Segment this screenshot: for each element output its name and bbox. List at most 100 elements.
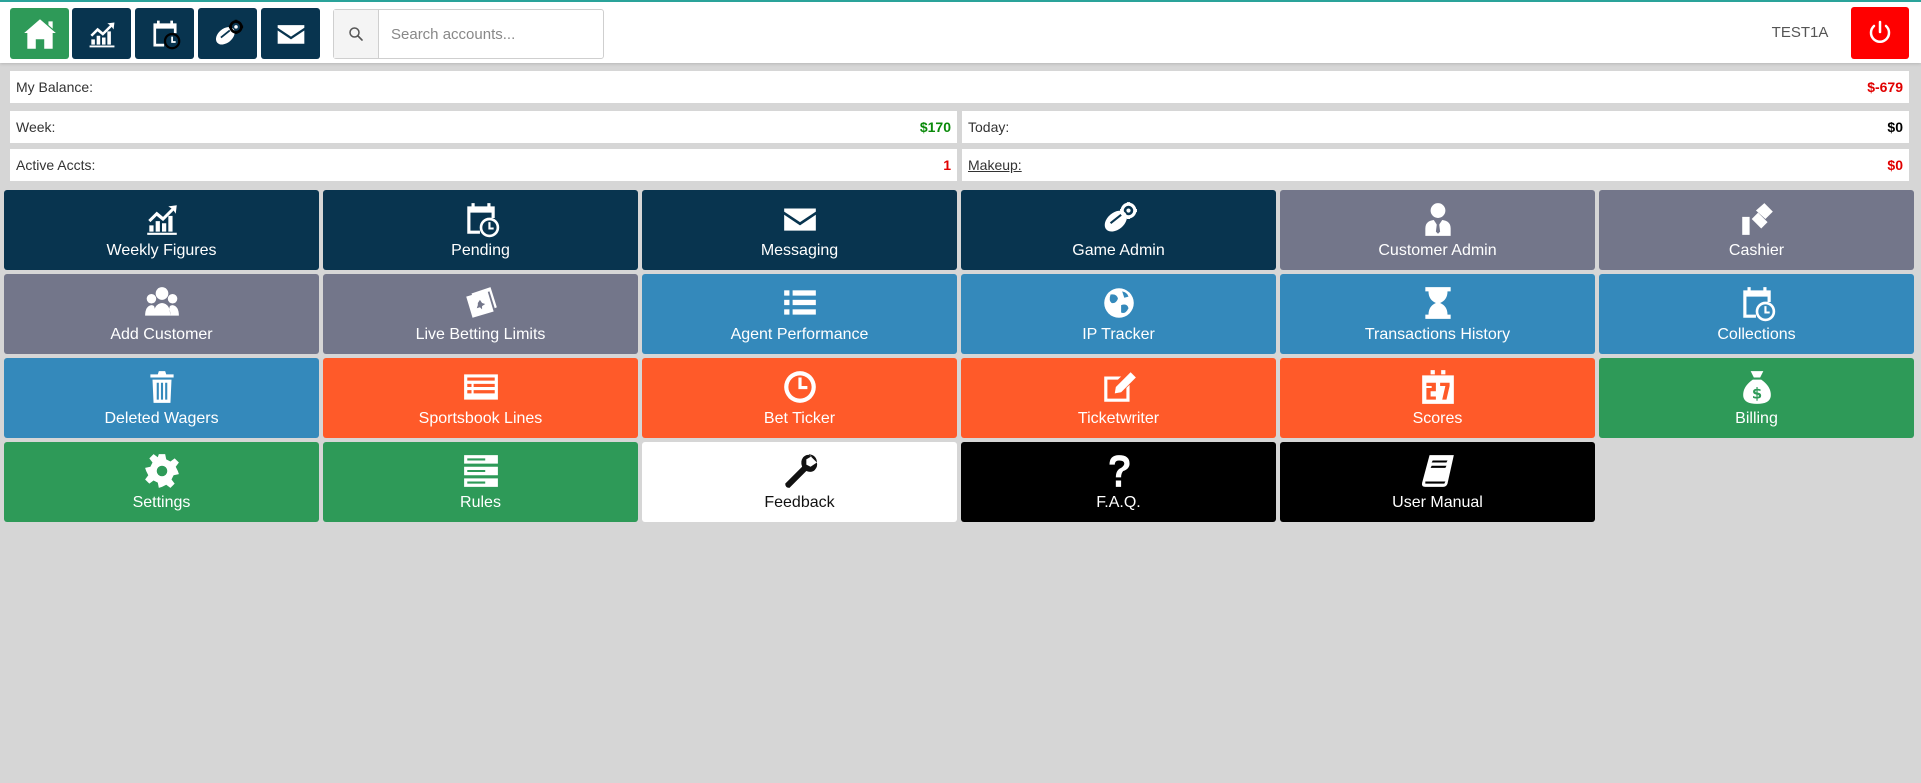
customer-admin-tile[interactable]: Customer Admin bbox=[1280, 190, 1595, 270]
weekly-figures-tile[interactable]: Weekly Figures bbox=[4, 190, 319, 270]
transactions-history-tile[interactable]: Transactions History bbox=[1280, 274, 1595, 354]
pencil-square-icon bbox=[1100, 368, 1138, 410]
messaging-nav-button[interactable] bbox=[261, 8, 320, 59]
tile-label: Billing bbox=[1735, 410, 1778, 427]
active-accounts-value: 1 bbox=[943, 157, 951, 173]
username-label: TEST1A bbox=[1771, 24, 1829, 41]
tile-label: Transactions History bbox=[1364, 326, 1511, 343]
tile-label: Sportsbook Lines bbox=[418, 410, 543, 427]
ip-tracker-tile[interactable]: IP Tracker bbox=[961, 274, 1276, 354]
calendar-clock-icon bbox=[462, 200, 500, 242]
ticketwriter-tile[interactable]: Ticketwriter bbox=[961, 358, 1276, 438]
top-navigation-bar: TEST1A bbox=[0, 0, 1921, 63]
logout-button[interactable] bbox=[1851, 7, 1909, 59]
game-admin-tile[interactable]: Game Admin bbox=[961, 190, 1276, 270]
tile-label: Add Customer bbox=[110, 326, 213, 343]
bet-ticker-tile[interactable]: Bet Ticker bbox=[642, 358, 957, 438]
envelope-icon bbox=[275, 18, 307, 50]
makeup-value: $0 bbox=[1887, 157, 1903, 173]
active-accounts-row: Active Accts: 1 bbox=[10, 149, 957, 181]
game-admin-nav-button[interactable] bbox=[198, 8, 257, 59]
today-value: $0 bbox=[1887, 119, 1903, 135]
tile-label: Messaging bbox=[760, 242, 839, 259]
tile-label: Deleted Wagers bbox=[104, 410, 219, 427]
user-group-icon bbox=[143, 284, 181, 326]
tile-label: Pending bbox=[451, 242, 510, 259]
chart-up-icon bbox=[143, 200, 181, 242]
search-input[interactable] bbox=[379, 10, 603, 58]
calendar-clock-icon bbox=[149, 18, 181, 50]
tile-label: Weekly Figures bbox=[106, 242, 217, 259]
scoreboard-icon bbox=[1419, 368, 1457, 410]
tile-label: Collections bbox=[1717, 326, 1796, 343]
list-icon bbox=[781, 284, 819, 326]
tile-label: Customer Admin bbox=[1378, 242, 1497, 259]
hand-cash-icon bbox=[1738, 200, 1776, 242]
pending-nav-button[interactable] bbox=[135, 8, 194, 59]
collections-tile[interactable]: Collections bbox=[1599, 274, 1914, 354]
search-icon bbox=[348, 26, 364, 42]
tile-label: F.A.Q. bbox=[1096, 494, 1141, 511]
my-balance-label: My Balance: bbox=[16, 79, 94, 95]
tile-label: Live Betting Limits bbox=[415, 326, 546, 343]
envelope-icon bbox=[781, 200, 819, 242]
football-gear-icon bbox=[212, 18, 244, 50]
tile-label: Bet Ticker bbox=[763, 410, 836, 427]
makeup-link[interactable]: Makeup: bbox=[968, 157, 1022, 173]
tile-label: Agent Performance bbox=[730, 326, 869, 343]
tile-label: Game Admin bbox=[1072, 242, 1165, 259]
trash-icon bbox=[143, 368, 181, 410]
deleted-wagers-tile[interactable]: Deleted Wagers bbox=[4, 358, 319, 438]
settings-tile[interactable]: Settings bbox=[4, 442, 319, 522]
question-icon bbox=[1100, 452, 1138, 494]
search-box bbox=[333, 9, 604, 59]
rules-tile[interactable]: Rules bbox=[323, 442, 638, 522]
tile-label: Ticketwriter bbox=[1077, 410, 1160, 427]
server-icon bbox=[462, 452, 500, 494]
tickets-icon bbox=[462, 284, 500, 326]
football-gear-icon bbox=[1100, 200, 1138, 242]
tile-label: IP Tracker bbox=[1082, 326, 1155, 343]
feedback-tile[interactable]: Feedback bbox=[642, 442, 957, 522]
agent-performance-tile[interactable]: Agent Performance bbox=[642, 274, 957, 354]
calendar-clock-icon bbox=[1738, 284, 1776, 326]
week-row: Week: $170 bbox=[10, 111, 957, 143]
search-button[interactable] bbox=[334, 10, 379, 58]
pending-tile[interactable]: Pending bbox=[323, 190, 638, 270]
user-tie-icon bbox=[1419, 200, 1457, 242]
add-customer-tile[interactable]: Add Customer bbox=[4, 274, 319, 354]
book-icon bbox=[1419, 452, 1457, 494]
weekly-figures-nav-button[interactable] bbox=[72, 8, 131, 59]
user-manual-tile[interactable]: User Manual bbox=[1280, 442, 1595, 522]
gear-icon bbox=[143, 452, 181, 494]
chart-up-icon bbox=[86, 18, 118, 50]
tile-label: User Manual bbox=[1392, 494, 1483, 511]
my-balance-value: $-679 bbox=[1867, 79, 1903, 95]
live-betting-limits-tile[interactable]: Live Betting Limits bbox=[323, 274, 638, 354]
money-bag-icon bbox=[1738, 368, 1776, 410]
week-label: Week: bbox=[16, 119, 56, 135]
wrench-icon bbox=[781, 452, 819, 494]
home-button[interactable] bbox=[10, 8, 69, 59]
cashier-tile[interactable]: Cashier bbox=[1599, 190, 1914, 270]
globe-icon bbox=[1100, 284, 1138, 326]
sportsbook-lines-tile[interactable]: Sportsbook Lines bbox=[323, 358, 638, 438]
faq-tile[interactable]: F.A.Q. bbox=[961, 442, 1276, 522]
scores-tile[interactable]: Scores bbox=[1280, 358, 1595, 438]
power-icon bbox=[1866, 19, 1894, 47]
tile-label: Feedback bbox=[764, 494, 835, 511]
tile-label: Settings bbox=[132, 494, 191, 511]
billing-tile[interactable]: Billing bbox=[1599, 358, 1914, 438]
today-label: Today: bbox=[968, 119, 1010, 135]
messaging-tile[interactable]: Messaging bbox=[642, 190, 957, 270]
newspaper-icon bbox=[462, 368, 500, 410]
makeup-row: Makeup: $0 bbox=[962, 149, 1909, 181]
my-balance-row: My Balance: $-679 bbox=[10, 71, 1909, 103]
clock-icon bbox=[781, 368, 819, 410]
home-icon bbox=[21, 15, 59, 53]
active-accounts-label: Active Accts: bbox=[16, 157, 96, 173]
tile-label: Rules bbox=[460, 494, 501, 511]
tile-label: Scores bbox=[1412, 410, 1463, 427]
tile-label: Cashier bbox=[1728, 242, 1785, 259]
hourglass-icon bbox=[1419, 284, 1457, 326]
